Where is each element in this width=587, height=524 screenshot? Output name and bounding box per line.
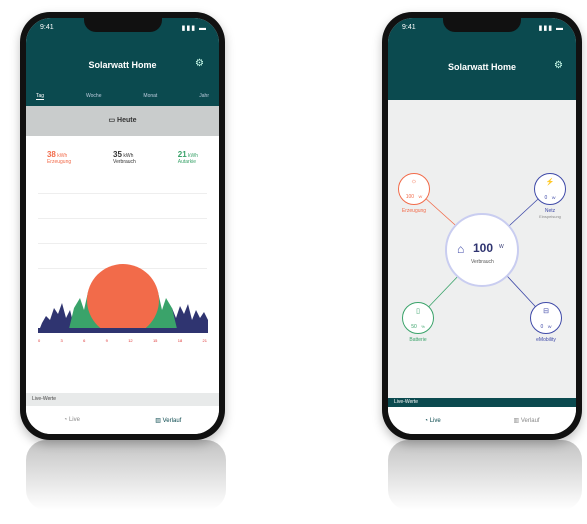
live-values-bar[interactable]: Live-Werte: [26, 393, 219, 406]
time-tick: 12: [128, 338, 133, 343]
tab-day[interactable]: Tag: [36, 93, 45, 100]
stat-autarky-label: Autarkie: [177, 159, 197, 165]
production-sun-shape: [87, 264, 159, 333]
nav-live[interactable]: ◔ Live: [64, 417, 80, 423]
grid-sublabel: Einspeisung: [539, 214, 561, 219]
stat-autarky: 21 kWh Autarkie: [178, 150, 198, 165]
nav-history[interactable]: ▥ Verlauf: [514, 417, 540, 424]
time-tick: 3: [60, 338, 63, 343]
date-selector[interactable]: ▭ Heute: [26, 106, 219, 136]
production-label: Erzeugung: [401, 208, 427, 214]
baseline-consumption: [38, 328, 208, 333]
left-phone-reflection: [26, 440, 226, 510]
production-node[interactable]: ☼ 100 W: [398, 173, 430, 205]
status-indicators: ▮▮▮ ▬: [181, 25, 207, 32]
nav-history[interactable]: ▥ Verlauf: [155, 417, 181, 424]
left-phone: 9:41 ▮▮▮ ▬ Solarwatt Home ⚙ Tag Woche Mo…: [20, 12, 225, 440]
production-value: 100: [405, 194, 415, 200]
stat-consumption: 35 kWh Verbrauch: [113, 150, 136, 165]
chart-time-axis: 0 3 6 9 12 15 18 21: [38, 338, 207, 343]
bottom-nav: ◔ Live ▥ Verlauf: [26, 406, 219, 434]
house-icon: ⌂: [457, 242, 465, 256]
nav-history-label: Verlauf: [162, 417, 182, 424]
grid-line: [38, 243, 207, 244]
right-phone-screen: 9:41 ▮▮▮ ▬ Solarwatt Home ⚙ ⌂ 100 W Verb…: [388, 18, 576, 434]
grid-value: 0: [544, 195, 548, 201]
center-value: 100: [473, 241, 494, 255]
battery-value: 50: [411, 324, 417, 330]
period-tabs: Tag Woche Monat Jahr: [26, 93, 219, 100]
calendar-icon: ▭: [108, 117, 118, 124]
grid-unit: W: [551, 195, 556, 200]
stat-production-value: 38: [46, 150, 56, 159]
energy-stats: 38 kWh Erzeugung 35 kWh Verbrauch 21 kWh…: [26, 150, 219, 165]
grid-line: [38, 218, 207, 219]
consumption-center-node[interactable]: ⌂ 100 W Verbrauch: [445, 213, 519, 287]
time-tick: 15: [152, 338, 158, 343]
bar-chart-icon: ▥: [155, 417, 163, 424]
tab-month[interactable]: Monat: [143, 93, 157, 100]
live-values-bar[interactable]: Live-Werte: [388, 398, 576, 407]
right-phone: 9:41 ▮▮▮ ▬ Solarwatt Home ⚙ ⌂ 100 W Verb…: [382, 12, 582, 440]
production-unit: W: [418, 194, 423, 199]
nav-live-label: Live: [429, 417, 441, 424]
battery-unit: %: [421, 324, 425, 329]
status-time: 9:41: [40, 24, 54, 31]
emobility-node[interactable]: ⊟ 0 W: [530, 302, 562, 334]
app-title: Solarwatt Home: [88, 60, 157, 70]
time-tick: 6: [83, 338, 86, 343]
car-icon: ⊟: [543, 308, 549, 315]
notch: [83, 18, 162, 32]
nav-live[interactable]: ◔ Live: [424, 418, 440, 424]
stat-consumption-value: 35: [113, 150, 122, 159]
tab-year[interactable]: Jahr: [199, 93, 209, 100]
battery-icon: ▯: [416, 308, 420, 315]
stat-consumption-label: Verbrauch: [113, 159, 136, 165]
battery-label: Batterie: [409, 337, 427, 343]
right-phone-reflection: [388, 440, 582, 510]
grid-line: [38, 193, 207, 194]
stat-autarky-value: 21: [177, 150, 187, 159]
sun-icon: ☼: [410, 178, 418, 185]
bar-chart-icon: ▥: [513, 418, 521, 424]
time-tick: 18: [177, 338, 183, 343]
nav-live-label: Live: [68, 417, 80, 423]
bottom-nav: ◔ Live ▥ Verlauf: [388, 407, 576, 434]
nav-history-label: Verlauf: [520, 418, 540, 424]
emobility-value: 0: [540, 324, 544, 330]
gear-icon[interactable]: ⚙: [195, 59, 205, 69]
battery-node[interactable]: ▯ 50 %: [402, 302, 434, 334]
date-label: Heute: [117, 117, 137, 124]
time-tick: 21: [202, 338, 207, 343]
left-phone-screen: 9:41 ▮▮▮ ▬ Solarwatt Home ⚙ Tag Woche Mo…: [26, 18, 219, 434]
grid-node[interactable]: ⚡ 0 W: [534, 173, 566, 205]
stat-production: 38 kWh Erzeugung: [47, 150, 71, 165]
grid-label: Netz Einspeisung: [528, 208, 572, 220]
center-unit: W: [499, 244, 504, 250]
emobility-unit: W: [547, 324, 552, 329]
time-tick: 0: [38, 338, 41, 343]
energy-day-chart: [38, 264, 208, 333]
notch: [443, 18, 521, 32]
emobility-label: eMobility: [536, 337, 556, 343]
stat-production-label: Erzeugung: [46, 159, 72, 165]
power-pylon-icon: ⚡: [545, 179, 555, 186]
time-tick: 9: [105, 338, 108, 343]
center-label: Verbrauch: [471, 259, 494, 265]
tab-week[interactable]: Woche: [86, 93, 101, 100]
